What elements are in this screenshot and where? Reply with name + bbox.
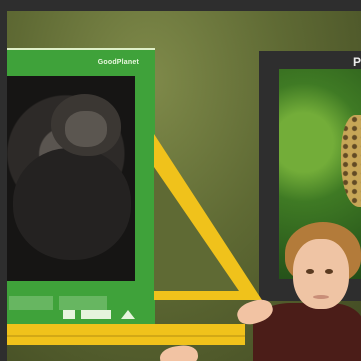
child-mouth (313, 295, 329, 299)
child-eye (325, 269, 333, 274)
ruler-bar (7, 324, 245, 345)
image-frame: GoodPlanet P (0, 0, 361, 361)
photo-stage: GoodPlanet P (7, 11, 361, 361)
child-eye (306, 269, 314, 274)
